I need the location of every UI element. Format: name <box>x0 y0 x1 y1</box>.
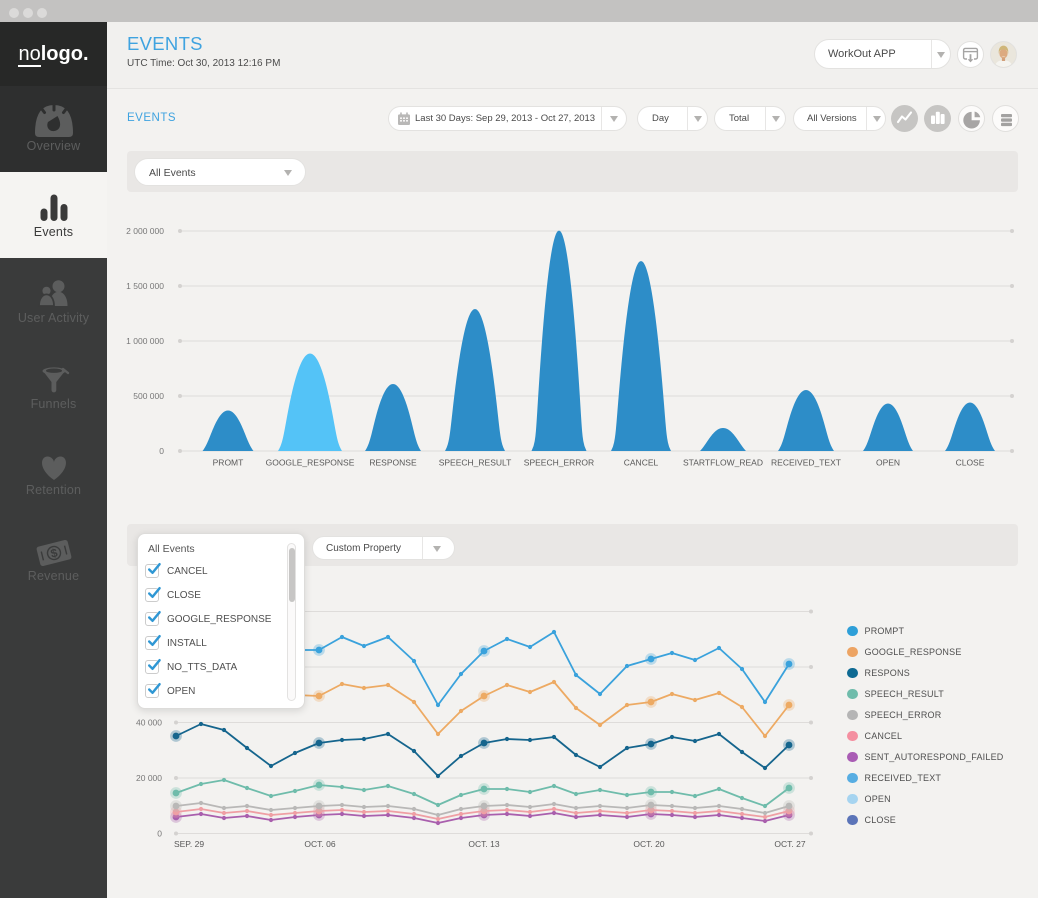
svg-text:OPEN: OPEN <box>876 458 900 468</box>
svg-text:GOOGLE_RESPONSE: GOOGLE_RESPONSE <box>266 458 355 468</box>
svg-text:SPEECH_RESULT: SPEECH_RESULT <box>439 458 512 468</box>
svg-text:500 000: 500 000 <box>133 391 164 401</box>
svg-text:1 500 000: 1 500 000 <box>126 281 164 291</box>
svg-text:SEP. 29: SEP. 29 <box>174 839 204 849</box>
svg-text:OCT. 27: OCT. 27 <box>774 839 805 849</box>
svg-text:STARTFLOW_READ: STARTFLOW_READ <box>683 458 763 468</box>
svg-text:RESPONSE: RESPONSE <box>369 458 417 468</box>
svg-text:OCT. 06: OCT. 06 <box>304 839 335 849</box>
svg-text:OCT. 13: OCT. 13 <box>468 839 499 849</box>
svg-text:40 000: 40 000 <box>136 718 162 728</box>
svg-text:SPEECH_ERROR: SPEECH_ERROR <box>524 458 594 468</box>
svg-text:PROMT: PROMT <box>213 458 244 468</box>
svg-text:0: 0 <box>159 446 164 456</box>
svg-text:20 000: 20 000 <box>136 773 162 783</box>
svg-text:RECEIVED_TEXT: RECEIVED_TEXT <box>771 458 841 468</box>
svg-text:OCT. 20: OCT. 20 <box>633 839 664 849</box>
svg-text:1 000 000: 1 000 000 <box>126 336 164 346</box>
svg-text:0: 0 <box>157 829 162 839</box>
svg-text:CLOSE: CLOSE <box>956 458 985 468</box>
svg-text:CANCEL: CANCEL <box>624 458 659 468</box>
svg-text:2 000 000: 2 000 000 <box>126 226 164 236</box>
